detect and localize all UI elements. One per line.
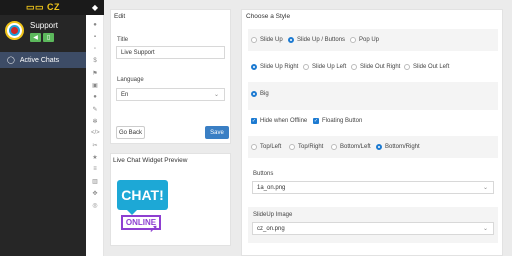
radio-selected-icon [251,91,257,97]
chat-bubble-image: CHAT! [117,180,168,210]
sound-icon: ◀ [33,35,38,41]
slideup-image-select-value: cz_on.png [257,225,285,232]
floating-button-checkbox[interactable]: ✓ Floating Button [313,118,362,124]
style-slide-up[interactable]: Slide Up [251,37,283,43]
mobile-icon: ▯ [46,35,51,41]
style-pop-up[interactable]: Pop Up [350,37,379,43]
edit-panel-title: Edit [114,13,126,20]
buttons-label: Buttons [253,171,274,177]
cursor-arrow-icon: ➚ [149,223,159,235]
avatar-image [9,25,20,36]
avatar[interactable] [5,21,24,40]
chevron-down-icon: ⌄ [482,226,488,232]
radio-icon [350,37,356,43]
chat-bubble-icon[interactable]: ▫ [91,46,99,52]
language-select-value: En [121,91,129,98]
pos-top-left[interactable]: Top/Left [251,144,281,150]
dir-slide-out-right[interactable]: Slide Out Right [351,64,400,70]
hide-offline-checkbox[interactable]: ✓ Hide when Offline [251,118,307,124]
language-select[interactable]: En ⌄ [116,88,225,101]
chat-icon: ◯ [7,57,15,64]
rail-top[interactable]: ◆ [86,0,104,15]
size-big[interactable]: Big [251,91,269,97]
radio-selected-icon [251,64,257,70]
code-icon[interactable]: </> [91,130,100,136]
radio-icon [251,37,257,43]
pos-bottom-right[interactable]: Bottom/Right [376,144,420,150]
radio-icon [331,144,337,150]
size-row [248,82,498,110]
radio-icon [351,64,357,70]
user-icon[interactable]: ● [91,22,99,28]
title-label: Title [117,37,129,43]
pos-bottom-left-label: Bottom/Left [340,144,371,150]
chevron-down-icon: ⌄ [482,185,488,191]
style-slide-up-label: Slide Up [260,37,283,43]
dir-slide-up-right[interactable]: Slide Up Right [251,64,298,70]
preview-title: Live Chat Widget Preview [113,157,188,164]
pos-bottom-right-label: Bottom/Right [385,144,420,150]
pos-top-right[interactable]: Top/Right [289,144,323,150]
radio-icon [404,64,410,70]
star-icon[interactable]: ★ [91,154,99,161]
radio-selected-icon [288,37,294,43]
title-input-value: Live Support [121,49,155,56]
dir-slide-up-right-label: Slide Up Right [260,64,299,70]
style-panel-title: Choose a Style [246,13,291,20]
hide-offline-label: Hide when Offline [260,118,308,124]
circle-icon[interactable]: ● [91,94,99,100]
nav-active-chats-label: Active Chats [19,56,60,64]
globe-icon[interactable]: ◎ [91,202,99,209]
chevron-down-icon: ⌄ [213,92,219,98]
buttons-select-value: 1a_on.png [257,184,286,191]
mobile-toggle-button[interactable]: ▯ [43,33,54,42]
floating-button-label: Floating Button [322,118,363,124]
dir-slide-up-left-label: Slide Up Left [312,64,347,70]
title-input[interactable]: Live Support [116,46,225,59]
style-pop-up-label: Pop Up [359,37,380,43]
cat-icon: ◆ [91,3,99,12]
language-label: Language [117,77,144,83]
sound-toggle-button[interactable]: ◀ [30,33,41,42]
radio-selected-icon [376,144,382,150]
radio-icon [251,144,257,150]
pos-top-right-label: Top/Right [298,144,324,150]
chat-image-text: CHAT! [121,187,164,203]
style-slide-up-buttons[interactable]: Slide Up / Buttons [288,37,345,43]
checkmark-icon: ✓ [313,118,319,124]
slideup-image-label: SlideUp Image [253,212,293,218]
pos-top-left-label: Top/Left [260,144,282,150]
checkmark-icon: ✓ [251,118,257,124]
dir-slide-up-left[interactable]: Slide Up Left [303,64,346,70]
radio-icon [303,64,309,70]
tools-icon[interactable]: ✂ [91,142,99,149]
dir-slide-out-right-label: Slide Out Right [360,64,401,70]
nav-active-chats[interactable]: ◯ Active Chats [0,52,86,68]
flag-icon[interactable]: ⚑ [91,70,99,77]
slideup-image-select[interactable]: cz_on.png ⌄ [252,222,494,235]
save-button[interactable]: Save [205,126,229,139]
dir-slide-out-left-label: Slide Out Left [413,64,450,70]
size-big-label: Big [260,91,269,97]
go-back-button[interactable]: Go Back [116,126,145,139]
list-icon[interactable]: ≡ [91,166,99,172]
style-slide-up-buttons-label: Slide Up / Buttons [297,37,346,43]
pos-bottom-left[interactable]: Bottom/Left [331,144,371,150]
buttons-select[interactable]: 1a_on.png ⌄ [252,181,494,194]
app-logo[interactable]: ▭▭ CZ [26,2,60,13]
puzzle-icon[interactable]: ✥ [91,190,99,197]
gift-icon[interactable]: ▣ [91,82,99,89]
book-icon[interactable]: ▪ [91,34,99,40]
dir-slide-out-left[interactable]: Slide Out Left [404,64,449,70]
top-logo-bar: ▭▭ CZ [0,0,86,15]
position-row [248,136,498,158]
radio-icon [289,144,295,150]
dollar-icon[interactable]: $ [91,58,99,64]
gear-icon[interactable]: ✻ [91,118,99,125]
chart-icon[interactable]: ▥ [91,178,99,185]
agent-name: Support [30,21,59,30]
pencil-icon[interactable]: ✎ [91,106,99,113]
